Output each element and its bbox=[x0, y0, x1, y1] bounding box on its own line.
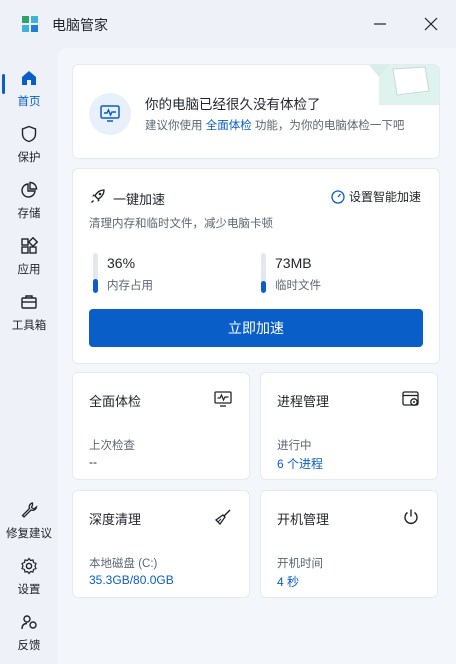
sidebar-item-label: 设置 bbox=[17, 584, 41, 596]
tile-label: 开机时间 bbox=[277, 558, 323, 570]
temp-files-value: 73MB bbox=[275, 255, 312, 271]
speedup-card: 一键加速 设置智能加速 清理内存和临时文件，减少电脑卡顿 36% 内存占用 73… bbox=[72, 168, 440, 364]
process-count-link[interactable]: 6 个进程 bbox=[277, 455, 323, 472]
sidebar-item-label: 修复建议 bbox=[6, 528, 52, 540]
full-checkup-link[interactable]: 全面体检 bbox=[206, 120, 252, 132]
tile-title: 全面体检 bbox=[89, 394, 142, 409]
sidebar-item-label: 应用 bbox=[17, 264, 41, 276]
minimize-button[interactable] bbox=[368, 12, 392, 36]
tile-value: 4 秒 bbox=[277, 575, 300, 589]
speedometer-icon bbox=[331, 189, 345, 204]
temp-files-label: 临时文件 bbox=[275, 280, 321, 292]
wrench-icon bbox=[19, 500, 39, 520]
feedback-icon bbox=[19, 612, 39, 632]
sidebar-item-label: 工具箱 bbox=[11, 320, 47, 332]
memory-usage-label: 内存占用 bbox=[107, 280, 153, 292]
process-management-tile[interactable]: 进程管理 进行中 6 个进程 bbox=[260, 372, 438, 480]
title-bar: 电脑管家 bbox=[0, 0, 456, 48]
pie-chart-icon bbox=[19, 180, 39, 200]
memory-usage-bar-fill bbox=[93, 278, 98, 293]
tile-value: 35.3GB/80.0GB bbox=[89, 573, 174, 587]
speedup-description: 清理内存和临时文件，减少电脑卡顿 bbox=[89, 218, 273, 230]
sidebar-item-storage[interactable]: 存储 bbox=[0, 172, 58, 222]
power-icon bbox=[404, 509, 418, 524]
sidebar-item-label: 反馈 bbox=[17, 640, 41, 652]
broom-icon bbox=[214, 509, 231, 526]
monitor-pulse-icon bbox=[214, 391, 232, 407]
tile-label: 本地磁盘 (C:) bbox=[89, 558, 158, 570]
checkup-reminder-banner: 你的电脑已经很久没有体检了 建议你使用 全面体检 功能，为你的电脑体检一下吧 bbox=[72, 64, 440, 159]
monitor-pulse-icon bbox=[89, 93, 131, 135]
temp-files-bar bbox=[261, 253, 266, 293]
full-checkup-tile[interactable]: 全面体检 上次检查 -- bbox=[72, 372, 250, 480]
sidebar-item-repair[interactable]: 修复建议 bbox=[0, 492, 58, 542]
tile-label: 进行中 bbox=[277, 440, 312, 452]
banner-sub-prefix: 建议你使用 bbox=[145, 120, 203, 132]
tile-title: 开机管理 bbox=[277, 512, 330, 527]
app-title: 电脑管家 bbox=[52, 17, 108, 33]
active-indicator bbox=[2, 74, 5, 94]
sidebar-item-protect[interactable]: 保护 bbox=[0, 116, 58, 166]
close-button[interactable] bbox=[419, 12, 443, 36]
toolbox-icon bbox=[19, 292, 39, 312]
tile-label: 上次检查 bbox=[89, 440, 135, 452]
minimize-icon bbox=[374, 23, 386, 25]
sidebar-item-label: 保护 bbox=[17, 152, 41, 164]
sidebar: 首页 保护 存储 应用 工具箱 修复建议 设置 反馈 bbox=[0, 56, 58, 664]
banner-subtitle: 建议你使用 全面体检 功能，为你的电脑体检一下吧 bbox=[145, 117, 404, 133]
apps-icon bbox=[19, 236, 39, 256]
rocket-icon bbox=[91, 189, 105, 203]
sidebar-item-home[interactable]: 首页 bbox=[0, 60, 58, 110]
banner-decoration-icon bbox=[369, 65, 439, 105]
sidebar-item-apps[interactable]: 应用 bbox=[0, 228, 58, 278]
memory-usage-bar bbox=[93, 253, 98, 293]
sidebar-item-label: 首页 bbox=[17, 96, 41, 108]
tile-title: 进程管理 bbox=[277, 394, 330, 409]
sidebar-item-settings[interactable]: 设置 bbox=[0, 548, 58, 598]
sidebar-item-feedback[interactable]: 反馈 bbox=[0, 604, 58, 654]
sidebar-item-label: 存储 bbox=[17, 208, 41, 220]
main-panel: 你的电脑已经很久没有体检了 建议你使用 全面体检 功能，为你的电脑体检一下吧 一… bbox=[58, 48, 456, 664]
app-logo-icon bbox=[22, 16, 38, 32]
banner-sub-suffix: 功能，为你的电脑体检一下吧 bbox=[254, 120, 405, 132]
gear-icon bbox=[19, 556, 39, 576]
boot-management-tile[interactable]: 开机管理 开机时间 4 秒 bbox=[260, 490, 438, 598]
shield-icon bbox=[19, 124, 39, 144]
tile-value: -- bbox=[89, 455, 97, 469]
tile-title: 深度清理 bbox=[89, 512, 142, 527]
speedup-now-button[interactable]: 立即加速 bbox=[89, 309, 423, 347]
deep-clean-tile[interactable]: 深度清理 本地磁盘 (C:) 35.3GB/80.0GB bbox=[72, 490, 250, 598]
temp-files-bar-fill bbox=[261, 281, 266, 293]
home-icon bbox=[19, 68, 39, 88]
banner-title: 你的电脑已经很久没有体检了 bbox=[145, 97, 321, 112]
close-icon bbox=[424, 17, 438, 31]
smart-speedup-settings-label: 设置智能加速 bbox=[348, 190, 421, 204]
sidebar-item-toolbox[interactable]: 工具箱 bbox=[0, 284, 58, 334]
speedup-title: 一键加速 bbox=[113, 192, 166, 207]
smart-speedup-settings-link[interactable]: 设置智能加速 bbox=[331, 188, 421, 205]
window-gear-icon bbox=[402, 391, 419, 406]
memory-usage-value: 36% bbox=[107, 255, 136, 271]
